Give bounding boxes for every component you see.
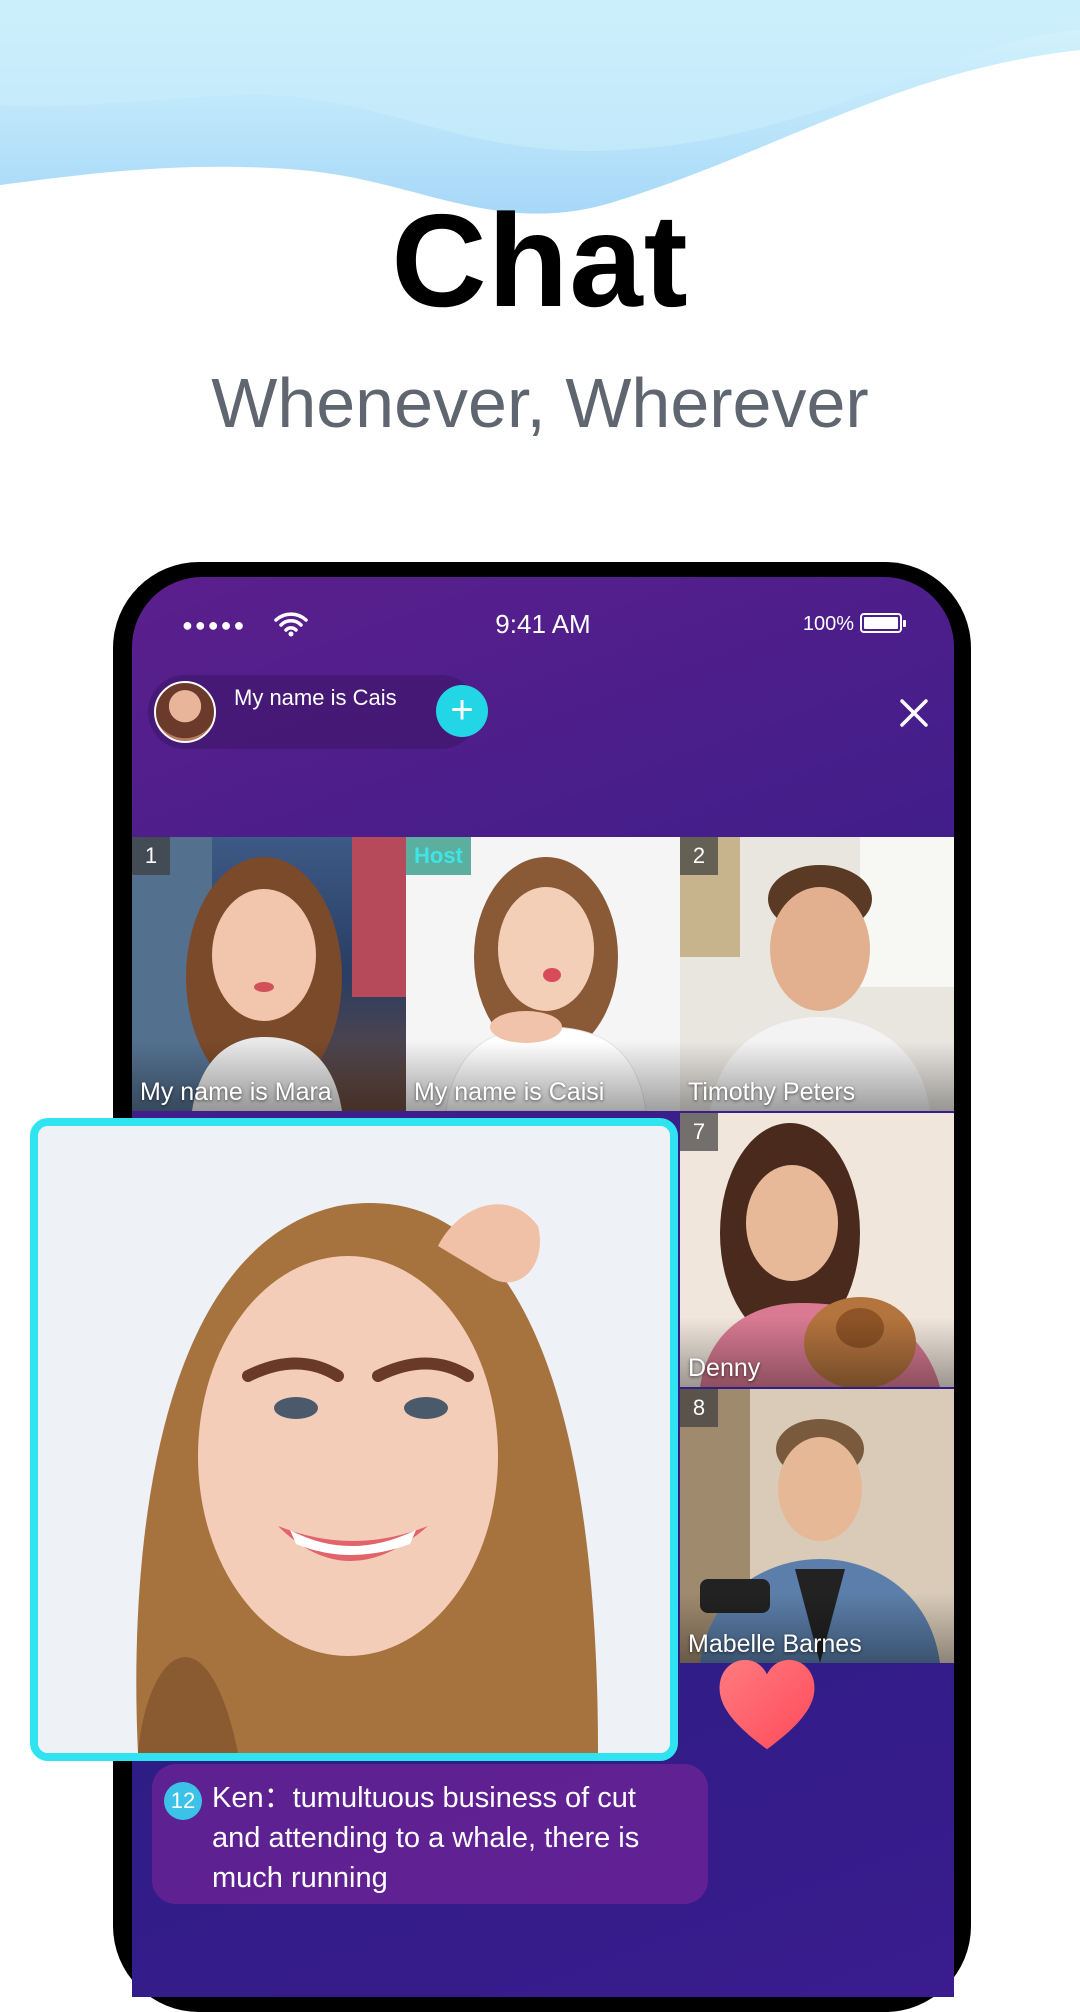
heart-icon[interactable] [712,1648,822,1758]
seat-user-name: Denny [688,1354,761,1382]
host-name: My name is Cais [234,685,397,710]
host-avatar[interactable] [154,681,216,743]
host-badge: Host [406,837,471,875]
featured-video[interactable] [30,1118,678,1761]
host-info-pill[interactable]: My name is Cais + [148,675,488,749]
page-title: Chat [391,187,689,334]
status-bar: ●●●●● 9:41 AM 100% [132,607,954,647]
seat-tile[interactable]: 7 Denny [680,1113,954,1387]
seat-number-badge: 1 [132,837,170,875]
seat-tile[interactable]: 2 Timothy Peters [680,837,954,1111]
battery-percent: 100% [802,613,854,635]
seat-user-name: My name is Mara [140,1078,332,1106]
chat-message-text: Ken：tumultuous business of cut and atten… [212,1782,640,1894]
seat-tile[interactable]: Host My name is Caisi [406,837,680,1111]
seat-tile[interactable]: 1 My name is Mara [132,837,406,1111]
close-icon[interactable] [896,695,932,731]
featured-user-photo [38,1126,670,1753]
seat-number-badge: 8 [680,1389,718,1427]
seat-number-badge: 7 [680,1113,718,1151]
seat-number-badge: 2 [680,837,718,875]
seat-user-name: My name is Caisi [414,1078,605,1106]
battery-icon [860,613,906,633]
page-subtitle: Whenever, Wherever [211,364,869,442]
seat-tile[interactable]: 8 Mabelle Barnes [680,1389,954,1663]
seat-user-name: Timothy Peters [688,1078,856,1106]
chat-message: 12 Ken：tumultuous business of cut and at… [152,1764,708,1904]
user-level-badge: 12 [164,1782,202,1820]
follow-plus-icon[interactable]: + [436,685,488,737]
